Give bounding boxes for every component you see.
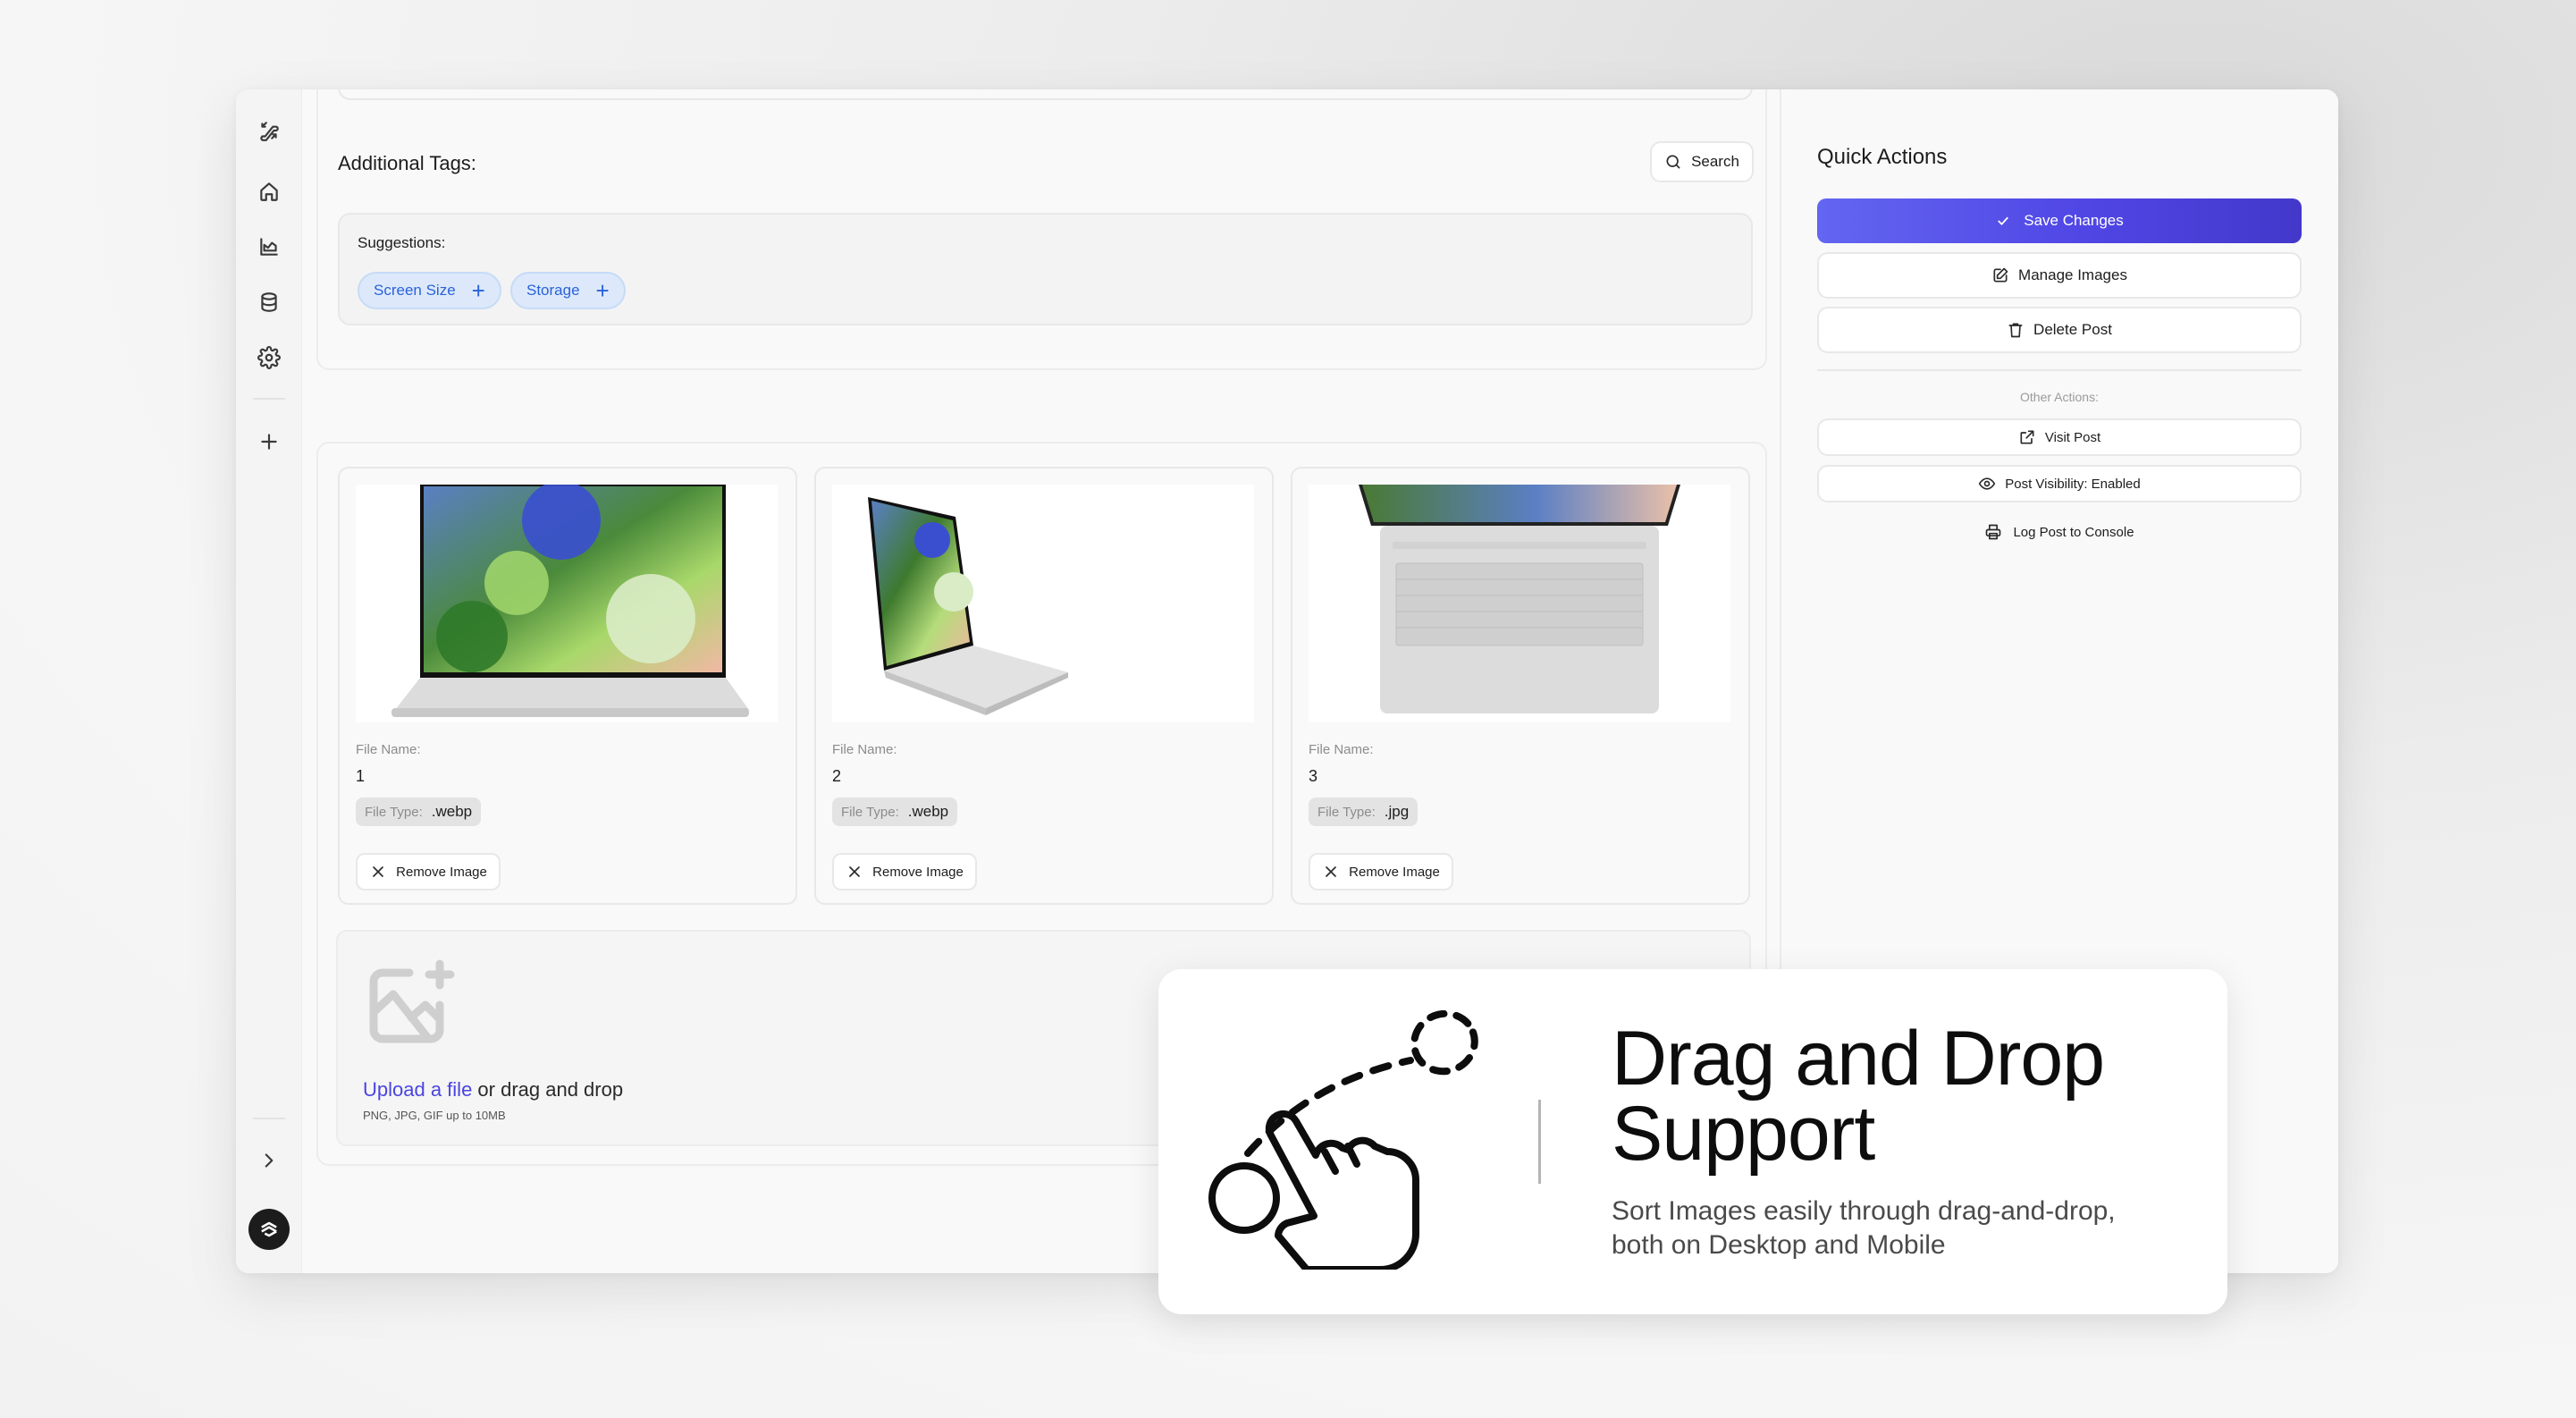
upload-hint: PNG, JPG, GIF up to 10MB [363,1109,506,1122]
other-actions-label: Other Actions: [2020,390,2099,404]
laptop-image-angled [832,485,1254,722]
chevron-right-icon[interactable] [253,1144,285,1177]
feature-title-line-1: Drag and Drop [1612,1016,2105,1101]
file-type-value: .webp [907,803,949,820]
avatar[interactable] [248,1209,290,1250]
sidebar [236,89,302,1273]
file-type-badge: File Type: .jpg [1309,798,1418,826]
brand-logo-icon [261,1221,277,1237]
feature-subtitle-line-1: Sort Images easily through drag-and-drop… [1612,1196,2116,1226]
file-name-value: 2 [832,767,842,785]
file-name-label: File Name: [832,742,897,757]
log-post-button[interactable]: Log Post to Console [1817,519,2302,545]
file-name-value: 1 [356,767,366,785]
upload-rest-text: or drag and drop [472,1078,624,1101]
file-type-label: File Type: [841,804,899,820]
post-visibility-label: Post Visibility: Enabled [2005,476,2141,492]
save-changes-label: Save Changes [2024,212,2124,229]
laptop-image-top [1309,485,1730,722]
feature-card-divider [1538,1100,1541,1184]
feature-title-line-2: Support [1612,1091,1875,1177]
suggestion-chip[interactable]: Storage + [510,272,626,309]
add-image-icon [369,959,455,1043]
file-type-badge: File Type: .webp [832,798,958,826]
visit-post-label: Visit Post [2044,429,2101,445]
visit-post-button[interactable]: Visit Post [1817,418,2302,456]
remove-image-label: Remove Image [872,864,964,880]
quick-actions-divider [1817,369,2302,371]
feature-subtitle-line-2: both on Desktop and Mobile [1612,1230,1946,1260]
feature-card: Drag and Drop Support Sort Images easily… [1158,969,2227,1314]
chart-icon[interactable] [253,231,285,263]
post-visibility-toggle[interactable]: Post Visibility: Enabled [1817,465,2302,502]
save-changes-button[interactable]: Save Changes [1817,198,2302,243]
delete-post-button[interactable]: Delete Post [1817,307,2302,353]
printer-icon [1986,524,2001,540]
plus-icon: + [471,277,485,304]
external-link-icon [2020,430,2034,444]
file-type-label: File Type: [1317,804,1376,820]
upload-instructions: Upload a file or drag and drop [363,1078,623,1101]
quick-actions-title: Quick Actions [1817,145,1948,169]
feature-card-subtitle: Sort Images easily through drag-and-drop… [1612,1194,2116,1262]
manage-images-label: Manage Images [2018,266,2127,283]
sidebar-divider [253,1118,285,1119]
file-name-label: File Name: [1309,742,1374,757]
image-card[interactable]: File Name: 3 File Type: .jpg Remove Imag… [1291,467,1750,905]
search-button-label: Search [1691,153,1739,170]
upload-file-link[interactable]: Upload a file [363,1078,472,1101]
close-icon [849,866,860,877]
escalator-icon[interactable] [253,114,285,147]
database-icon[interactable] [253,286,285,318]
remove-image-label: Remove Image [396,864,487,880]
remove-image-button[interactable]: Remove Image [356,853,501,890]
close-icon [373,866,383,877]
delete-post-label: Delete Post [2033,321,2112,338]
search-icon [1666,155,1680,169]
file-type-value: .webp [431,803,473,820]
sidebar-divider [253,398,285,400]
trash-icon [2008,323,2023,338]
feature-card-title: Drag and Drop Support [1612,1016,2105,1177]
gear-icon[interactable] [253,342,285,374]
suggestions-label: Suggestions: [358,234,446,251]
tag-input[interactable]: New x [338,89,1753,100]
file-name-label: File Name: [356,742,421,757]
log-post-label: Log Post to Console [2013,524,2134,540]
file-type-badge: File Type: .webp [356,798,482,826]
plus-icon[interactable] [253,426,285,458]
close-icon [1326,866,1336,877]
chip-label: Storage [526,282,580,299]
home-icon[interactable] [253,175,285,207]
plus-icon: + [595,277,610,304]
file-type-label: File Type: [365,804,423,820]
remove-image-label: Remove Image [1349,864,1440,880]
image-card[interactable]: File Name: 1 File Type: .webp Remove Ima… [338,467,797,905]
additional-tags-heading: Additional Tags: [338,152,476,174]
tags-section: New x Additional Tags: Search Suggestion… [316,89,1767,370]
remove-image-button[interactable]: Remove Image [1309,853,1453,890]
image-card[interactable]: File Name: 2 File Type: .webp Remove Ima… [814,467,1274,905]
remove-image-button[interactable]: Remove Image [832,853,977,890]
check-icon [1998,216,2009,226]
laptop-image-front [356,485,778,722]
edit-icon [1993,267,2008,283]
drag-gesture-icon [1208,1010,1478,1270]
eye-icon [1979,477,1996,490]
manage-images-button[interactable]: Manage Images [1817,252,2302,299]
suggestions-box: Suggestions: Screen Size + Storage + [338,213,1753,325]
chip-label: Screen Size [374,282,456,299]
search-button[interactable]: Search [1650,141,1754,182]
file-type-value: .jpg [1384,803,1410,820]
file-name-value: 3 [1309,767,1318,785]
suggestion-chip[interactable]: Screen Size + [358,272,501,309]
